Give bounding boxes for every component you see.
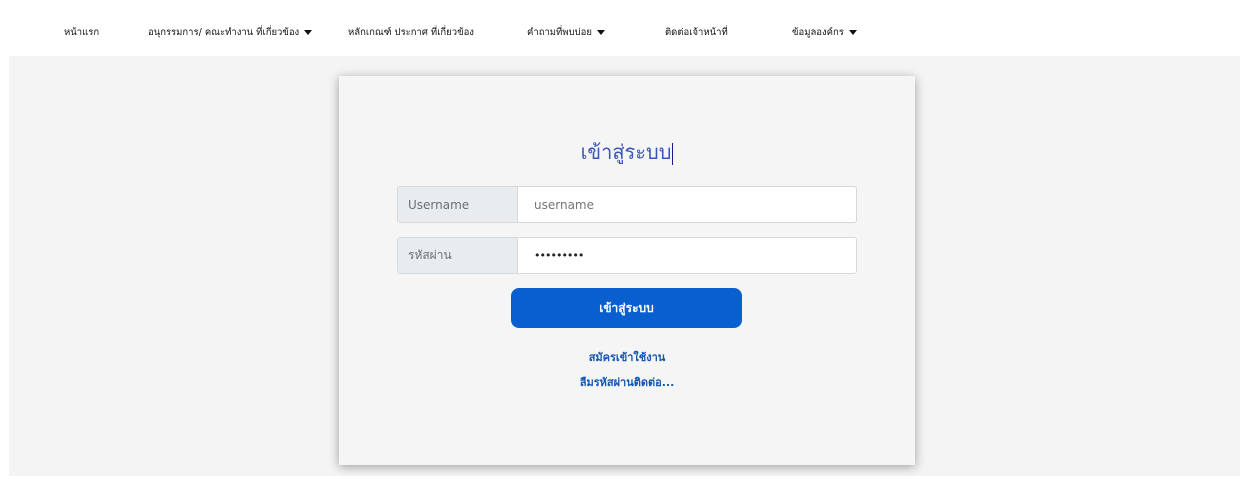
main-content: เข้าสู่ระบบ Username รหัสผ่าน ••••••••• … bbox=[9, 56, 1240, 476]
nav-item-label: หลักเกณฑ์ ประกาศ ที่เกี่ยวข้อง bbox=[348, 27, 474, 38]
password-input[interactable]: ••••••••• bbox=[518, 238, 856, 273]
login-button-label: เข้าสู่ระบบ bbox=[599, 300, 654, 315]
nav-item-label: คำถามที่พบบ่อย bbox=[527, 27, 592, 38]
password-label: รหัสผ่าน bbox=[398, 238, 518, 273]
nav-item-label: หน้าแรก bbox=[64, 27, 100, 38]
username-input[interactable] bbox=[518, 187, 856, 222]
nav-item-faq[interactable]: คำถามที่พบบ่อย bbox=[527, 25, 605, 40]
username-field-group: Username bbox=[397, 186, 857, 223]
caret-down-icon bbox=[848, 30, 857, 35]
nav-item-subcommittee[interactable]: อนุกรรมการ/ คณะทำงาน ที่เกี่ยวข้อง bbox=[148, 25, 313, 40]
text-cursor bbox=[672, 142, 674, 165]
nav-item-organization[interactable]: ข้อมูลองค์กร bbox=[792, 25, 857, 40]
login-button[interactable]: เข้าสู่ระบบ bbox=[511, 288, 742, 328]
nav-item-label: ข้อมูลองค์กร bbox=[792, 27, 844, 38]
login-title-text: เข้าสู่ระบบ bbox=[580, 140, 672, 164]
nav-item-label: ติดต่อเจ้าหน้าที่ bbox=[665, 27, 728, 38]
username-label: Username bbox=[398, 187, 518, 222]
register-link[interactable]: สมัครเข้าใช้งาน bbox=[339, 348, 915, 366]
nav-item-contact[interactable]: ติดต่อเจ้าหน้าที่ bbox=[665, 25, 728, 40]
top-navbar: หน้าแรก อนุกรรมการ/ คณะทำงาน ที่เกี่ยวข้… bbox=[9, 8, 1240, 56]
caret-down-icon bbox=[596, 30, 605, 35]
nav-item-label: อนุกรรมการ/ คณะทำงาน ที่เกี่ยวข้อง bbox=[148, 27, 300, 38]
password-value: ••••••••• bbox=[534, 249, 584, 262]
caret-down-icon bbox=[304, 30, 313, 35]
password-field-group: รหัสผ่าน ••••••••• bbox=[397, 237, 857, 274]
nav-item-regulations[interactable]: หลักเกณฑ์ ประกาศ ที่เกี่ยวข้อง bbox=[348, 25, 474, 40]
login-card: เข้าสู่ระบบ Username รหัสผ่าน ••••••••• … bbox=[339, 76, 915, 465]
login-title: เข้าสู่ระบบ bbox=[339, 136, 915, 168]
forgot-password-link[interactable]: ลืมรหัสผ่านติดต่อ... bbox=[339, 373, 915, 391]
nav-item-home[interactable]: หน้าแรก bbox=[64, 25, 99, 40]
